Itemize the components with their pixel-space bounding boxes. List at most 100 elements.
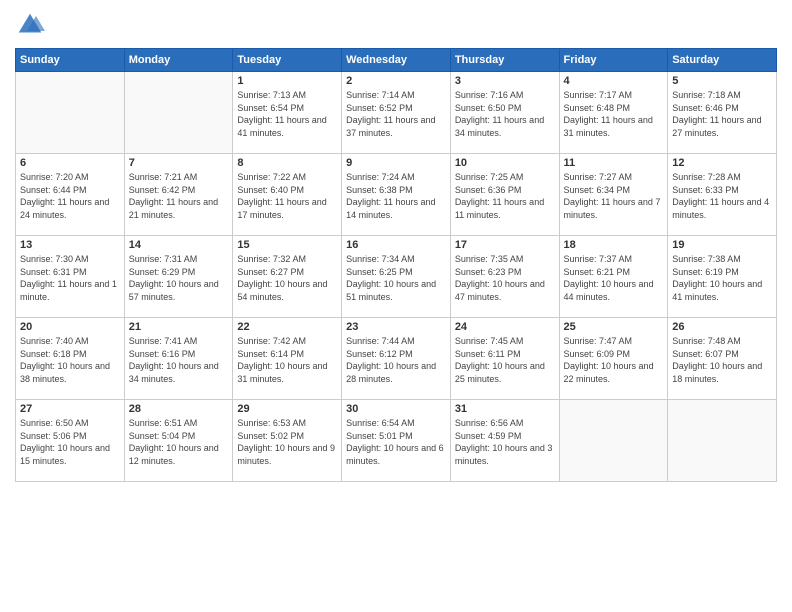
calendar-cell: 19Sunrise: 7:38 AMSunset: 6:19 PMDayligh…	[668, 236, 777, 318]
calendar-cell: 23 Sunrise: 7:44 AMSunset: 6:12 PMDayligh…	[342, 318, 451, 400]
day-info: Sunrise: 7:25 AMSunset: 6:36 PMDaylight:…	[455, 171, 555, 221]
calendar-cell	[124, 72, 233, 154]
calendar-cell: 16 Sunrise: 7:34 AMSunset: 6:25 PMDayligh…	[342, 236, 451, 318]
day-info: Sunrise: 6:51 AMSunset: 5:04 PMDaylight:…	[129, 417, 229, 467]
calendar-cell	[668, 400, 777, 482]
weekday-header: Monday	[124, 49, 233, 72]
calendar-cell: 6Sunrise: 7:20 AMSunset: 6:44 PMDaylight…	[16, 154, 125, 236]
calendar-week-row: 1 Sunrise: 7:13 AMSunset: 6:54 PMDaylight…	[16, 72, 777, 154]
calendar-cell: 20Sunrise: 7:40 AMSunset: 6:18 PMDayligh…	[16, 318, 125, 400]
day-info: Sunrise: 7:38 AMSunset: 6:19 PMDaylight:…	[672, 253, 772, 303]
day-number: 1	[237, 75, 337, 87]
calendar-week-row: 13 Sunrise: 7:30 AMSunset: 6:31 PMDayligh…	[16, 236, 777, 318]
day-number: 24	[455, 321, 555, 333]
day-number: 28	[129, 403, 229, 415]
day-number: 25	[564, 321, 664, 333]
day-info: Sunrise: 7:22 AMSunset: 6:40 PMDaylight:…	[237, 171, 337, 221]
calendar-cell: 5Sunrise: 7:18 AMSunset: 6:46 PMDaylight…	[668, 72, 777, 154]
day-info: Sunrise: 6:53 AMSunset: 5:02 PMDaylight:…	[237, 417, 337, 467]
day-info: Sunrise: 7:40 AMSunset: 6:18 PMDaylight:…	[20, 335, 120, 385]
calendar-cell: 29 Sunrise: 6:53 AMSunset: 5:02 PMDayligh…	[233, 400, 342, 482]
day-number: 26	[672, 321, 772, 333]
day-number: 18	[564, 239, 664, 251]
calendar-cell: 30 Sunrise: 6:54 AMSunset: 5:01 PMDayligh…	[342, 400, 451, 482]
day-info: Sunrise: 7:34 AMSunset: 6:25 PMDaylight:…	[346, 253, 446, 303]
calendar-cell	[16, 72, 125, 154]
calendar-cell: 1 Sunrise: 7:13 AMSunset: 6:54 PMDaylight…	[233, 72, 342, 154]
day-info: Sunrise: 7:41 AMSunset: 6:16 PMDaylight:…	[129, 335, 229, 385]
calendar-cell: 17 Sunrise: 7:35 AMSunset: 6:23 PMDayligh…	[450, 236, 559, 318]
day-number: 29	[237, 403, 337, 415]
day-info: Sunrise: 7:45 AMSunset: 6:11 PMDaylight:…	[455, 335, 555, 385]
day-number: 21	[129, 321, 229, 333]
day-number: 12	[672, 157, 772, 169]
calendar-cell: 24 Sunrise: 7:45 AMSunset: 6:11 PMDayligh…	[450, 318, 559, 400]
day-number: 22	[237, 321, 337, 333]
day-info: Sunrise: 7:21 AMSunset: 6:42 PMDaylight:…	[129, 171, 229, 221]
calendar-week-row: 27Sunrise: 6:50 AMSunset: 5:06 PMDayligh…	[16, 400, 777, 482]
calendar-header: SundayMondayTuesdayWednesdayThursdayFrid…	[16, 49, 777, 72]
day-number: 13	[20, 239, 120, 251]
calendar-cell: 22 Sunrise: 7:42 AMSunset: 6:14 PMDayligh…	[233, 318, 342, 400]
day-number: 10	[455, 157, 555, 169]
calendar-cell: 3Sunrise: 7:16 AMSunset: 6:50 PMDaylight…	[450, 72, 559, 154]
day-number: 2	[346, 75, 446, 87]
logo-icon	[15, 10, 45, 40]
day-number: 14	[129, 239, 229, 251]
calendar-cell: 21 Sunrise: 7:41 AMSunset: 6:16 PMDayligh…	[124, 318, 233, 400]
calendar-cell: 10 Sunrise: 7:25 AMSunset: 6:36 PMDayligh…	[450, 154, 559, 236]
day-info: Sunrise: 7:30 AMSunset: 6:31 PMDaylight:…	[20, 253, 120, 303]
logo	[15, 10, 49, 40]
day-number: 7	[129, 157, 229, 169]
day-number: 9	[346, 157, 446, 169]
day-number: 31	[455, 403, 555, 415]
header	[15, 10, 777, 40]
calendar-body: 1 Sunrise: 7:13 AMSunset: 6:54 PMDaylight…	[16, 72, 777, 482]
day-info: Sunrise: 7:35 AMSunset: 6:23 PMDaylight:…	[455, 253, 555, 303]
day-number: 16	[346, 239, 446, 251]
weekday-header: Sunday	[16, 49, 125, 72]
calendar-cell: 31 Sunrise: 6:56 AMSunset: 4:59 PMDayligh…	[450, 400, 559, 482]
calendar-week-row: 20Sunrise: 7:40 AMSunset: 6:18 PMDayligh…	[16, 318, 777, 400]
day-info: Sunrise: 7:14 AMSunset: 6:52 PMDaylight:…	[346, 89, 446, 139]
day-info: Sunrise: 7:37 AMSunset: 6:21 PMDaylight:…	[564, 253, 664, 303]
day-info: Sunrise: 6:54 AMSunset: 5:01 PMDaylight:…	[346, 417, 446, 467]
day-info: Sunrise: 7:13 AMSunset: 6:54 PMDaylight:…	[237, 89, 337, 139]
calendar-cell: 28 Sunrise: 6:51 AMSunset: 5:04 PMDayligh…	[124, 400, 233, 482]
calendar-cell: 18 Sunrise: 7:37 AMSunset: 6:21 PMDayligh…	[559, 236, 668, 318]
calendar-cell: 15 Sunrise: 7:32 AMSunset: 6:27 PMDayligh…	[233, 236, 342, 318]
day-info: Sunrise: 7:24 AMSunset: 6:38 PMDaylight:…	[346, 171, 446, 221]
day-info: Sunrise: 7:47 AMSunset: 6:09 PMDaylight:…	[564, 335, 664, 385]
day-info: Sunrise: 7:28 AMSunset: 6:33 PMDaylight:…	[672, 171, 772, 221]
weekday-header: Thursday	[450, 49, 559, 72]
day-number: 17	[455, 239, 555, 251]
day-number: 30	[346, 403, 446, 415]
day-info: Sunrise: 7:31 AMSunset: 6:29 PMDaylight:…	[129, 253, 229, 303]
day-number: 3	[455, 75, 555, 87]
calendar-cell: 7 Sunrise: 7:21 AMSunset: 6:42 PMDaylight…	[124, 154, 233, 236]
day-info: Sunrise: 7:17 AMSunset: 6:48 PMDaylight:…	[564, 89, 664, 139]
day-info: Sunrise: 7:42 AMSunset: 6:14 PMDaylight:…	[237, 335, 337, 385]
calendar-cell: 27Sunrise: 6:50 AMSunset: 5:06 PMDayligh…	[16, 400, 125, 482]
calendar-week-row: 6Sunrise: 7:20 AMSunset: 6:44 PMDaylight…	[16, 154, 777, 236]
calendar-cell: 9 Sunrise: 7:24 AMSunset: 6:38 PMDaylight…	[342, 154, 451, 236]
weekday-header: Saturday	[668, 49, 777, 72]
day-info: Sunrise: 6:56 AMSunset: 4:59 PMDaylight:…	[455, 417, 555, 467]
page: SundayMondayTuesdayWednesdayThursdayFrid…	[0, 0, 792, 612]
day-info: Sunrise: 7:32 AMSunset: 6:27 PMDaylight:…	[237, 253, 337, 303]
day-number: 15	[237, 239, 337, 251]
day-info: Sunrise: 7:44 AMSunset: 6:12 PMDaylight:…	[346, 335, 446, 385]
day-number: 11	[564, 157, 664, 169]
day-info: Sunrise: 7:48 AMSunset: 6:07 PMDaylight:…	[672, 335, 772, 385]
day-number: 23	[346, 321, 446, 333]
weekday-header: Tuesday	[233, 49, 342, 72]
calendar-cell: 13 Sunrise: 7:30 AMSunset: 6:31 PMDayligh…	[16, 236, 125, 318]
calendar-cell: 2 Sunrise: 7:14 AMSunset: 6:52 PMDaylight…	[342, 72, 451, 154]
calendar-cell: 8 Sunrise: 7:22 AMSunset: 6:40 PMDaylight…	[233, 154, 342, 236]
day-number: 27	[20, 403, 120, 415]
day-number: 8	[237, 157, 337, 169]
weekday-row: SundayMondayTuesdayWednesdayThursdayFrid…	[16, 49, 777, 72]
day-info: Sunrise: 7:27 AMSunset: 6:34 PMDaylight:…	[564, 171, 664, 221]
calendar: SundayMondayTuesdayWednesdayThursdayFrid…	[15, 48, 777, 482]
day-info: Sunrise: 7:18 AMSunset: 6:46 PMDaylight:…	[672, 89, 772, 139]
